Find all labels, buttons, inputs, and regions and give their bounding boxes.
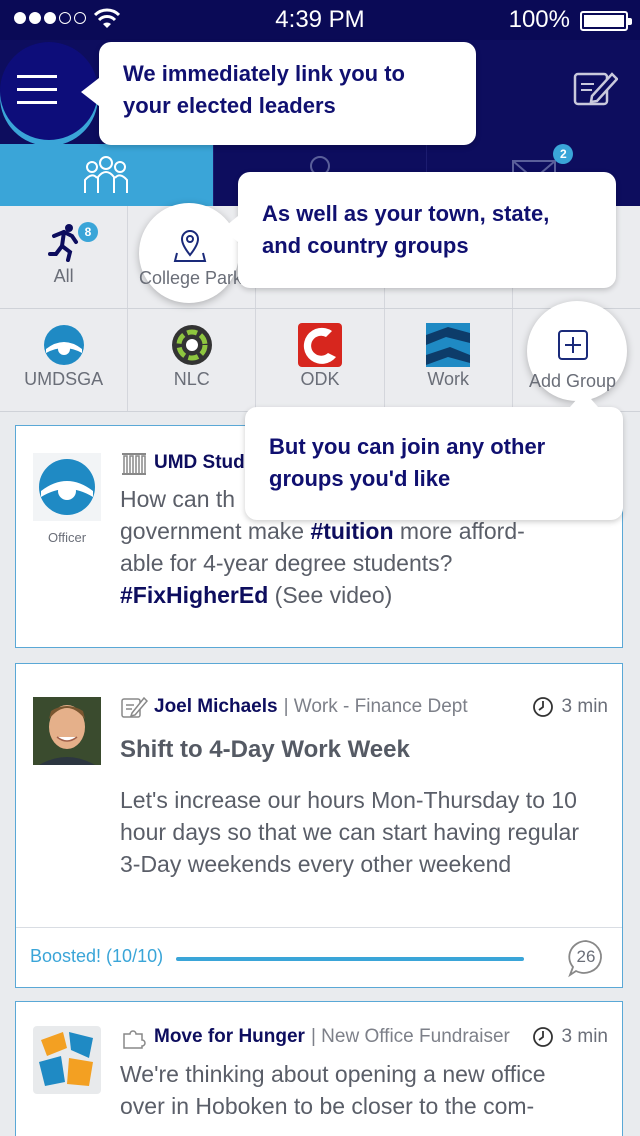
umdsga-logo xyxy=(43,325,84,365)
work-logo xyxy=(426,323,471,367)
post-body: We're thinking about opening a new offic… xyxy=(120,1061,546,1119)
post-time: 3 min xyxy=(532,696,608,718)
compose-icon xyxy=(121,696,148,718)
post-author[interactable]: UMD Stud xyxy=(154,452,245,474)
building-icon xyxy=(122,453,146,475)
odk-logo xyxy=(298,323,342,367)
group-label: Add Group xyxy=(529,371,617,391)
group-odk[interactable]: ODK xyxy=(256,309,385,411)
post-meta: Joel Michaels | Work - Finance Dept 3 mi… xyxy=(120,694,608,720)
clock-icon xyxy=(532,1027,553,1047)
hashtag-link[interactable]: #tuition xyxy=(310,518,393,544)
post-card[interactable]: Move for Hunger | New Office Fundraiser … xyxy=(15,1001,623,1136)
tooltip-elected-leaders: We immediately link you to your elected … xyxy=(81,42,476,145)
group-umdsga[interactable]: UMDSGA xyxy=(0,309,129,411)
compose-icon[interactable] xyxy=(572,66,618,110)
group-nlc[interactable]: NLC xyxy=(128,309,257,411)
post-time-text: 3 min xyxy=(561,696,608,717)
group-work[interactable]: Work xyxy=(385,309,513,411)
post-group[interactable]: | New Office Fundraiser xyxy=(311,1026,510,1048)
group-label: UMDSGA xyxy=(24,369,104,389)
battery-icon xyxy=(580,11,632,31)
post-body-text: government make xyxy=(120,518,311,544)
nlc-logo xyxy=(171,325,212,365)
post-body: Let's increase our hours Mon-Thursday to… xyxy=(120,787,579,877)
group-label: ODK xyxy=(300,369,340,389)
boost-progress-bar xyxy=(176,957,524,961)
post-card[interactable]: Joel Michaels | Work - Finance Dept 3 mi… xyxy=(15,663,623,988)
comment-count: 26 xyxy=(576,947,596,966)
all-groups-badge: 8 xyxy=(78,222,98,242)
tooltip-location-groups: As well as your town, state, and country… xyxy=(222,172,616,288)
post-group[interactable]: | Work - Finance Dept xyxy=(284,696,468,718)
post-meta: Move for Hunger | New Office Fundraiser … xyxy=(120,1024,608,1050)
comments-button[interactable]: 26 xyxy=(566,938,606,978)
post-footer: Boosted! (10/10) 26 xyxy=(16,927,622,987)
group-label: Work xyxy=(427,369,470,389)
group-all[interactable]: 8 All xyxy=(0,206,129,308)
people-group-icon xyxy=(84,156,129,193)
group-label: All xyxy=(53,266,74,286)
map-pin-icon xyxy=(173,229,207,262)
author-avatar xyxy=(33,697,101,765)
post-title[interactable]: Shift to 4-Day Work Week xyxy=(120,736,410,764)
post-time-text: 3 min xyxy=(561,1026,608,1047)
status-bar: 4:39 PM 100% xyxy=(0,0,640,40)
post-author[interactable]: Move for Hunger xyxy=(154,1026,305,1048)
tooltip-text: But you can join any other groups you'd … xyxy=(269,434,546,491)
post-time: 3 min xyxy=(532,1026,608,1048)
post-body-line: able for 4-year degree students? xyxy=(120,550,453,576)
move-for-hunger-avatar xyxy=(33,1026,101,1094)
group-label: NLC xyxy=(173,369,210,389)
plus-square-icon xyxy=(558,330,588,360)
group-label: College Park xyxy=(139,268,243,288)
umdsga-avatar xyxy=(33,453,101,521)
post-author[interactable]: Joel Michaels xyxy=(154,696,278,718)
tooltip-join-groups: But you can join any other groups you'd … xyxy=(245,391,623,520)
puzzle-icon xyxy=(123,1030,146,1049)
battery-percent: 100% xyxy=(508,6,570,33)
author-role: Officer xyxy=(47,530,87,545)
post-body-text: (See video) xyxy=(268,582,393,608)
messages-badge: 2 xyxy=(553,144,574,164)
post-body-text: more afford- xyxy=(393,518,525,544)
hashtag-link[interactable]: #FixHigherEd xyxy=(120,582,268,608)
boost-status: Boosted! (10/10) xyxy=(30,946,164,966)
hamburger-icon xyxy=(17,75,57,114)
tooltip-text: As well as your town, state, and country… xyxy=(262,201,550,258)
tab-groups[interactable] xyxy=(0,144,213,206)
clock-icon xyxy=(532,697,553,717)
tooltip-text: We immediately link you to your elected … xyxy=(123,61,405,118)
